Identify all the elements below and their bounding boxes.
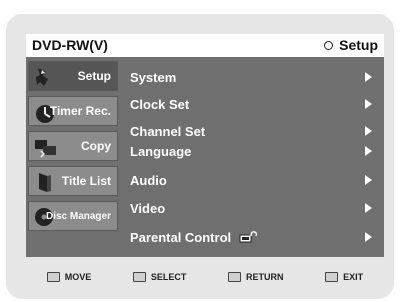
- title-bar: DVD-RW(V) Setup: [26, 34, 384, 57]
- hint-select-label: SELECT: [150, 272, 187, 282]
- hint-return-label: RETURN: [246, 272, 284, 282]
- menu-item-label: Parental Control: [130, 229, 232, 245]
- select-icon: [132, 272, 146, 282]
- arrow-right-icon: [365, 175, 372, 185]
- section-label: Setup: [339, 37, 378, 53]
- setup-icon: [36, 68, 48, 86]
- menu-item-label: System: [130, 69, 177, 85]
- sidebar-tab-disc-manager[interactable]: Disc Manager: [28, 201, 118, 231]
- menu-item-system[interactable]: System: [130, 67, 378, 87]
- hint-select: SELECT: [132, 272, 187, 282]
- hint-move: MOVE: [46, 272, 92, 282]
- sidebar-tab-setup[interactable]: Setup: [28, 61, 118, 91]
- section-indicator: Setup: [324, 37, 378, 53]
- circle-icon: [324, 40, 334, 50]
- title-list-icon: [39, 173, 51, 192]
- sidebar-tab-label: Copy: [81, 139, 111, 153]
- menu-item-audio[interactable]: Audio: [130, 170, 378, 190]
- arrow-right-icon: [365, 203, 372, 213]
- hint-exit-label: EXIT: [343, 272, 364, 282]
- sidebar-tab-timer-rec[interactable]: Timer Rec.: [28, 96, 118, 126]
- sidebar-tab-title-list[interactable]: Title List: [28, 166, 118, 196]
- exit-icon: [325, 272, 339, 282]
- return-icon: [228, 272, 242, 282]
- sidebar-tab-label: Setup: [77, 69, 111, 83]
- screen-title: DVD-RW(V): [32, 37, 108, 53]
- arrow-right-icon: [365, 146, 372, 156]
- sidebar-tab-copy[interactable]: Copy: [28, 131, 118, 161]
- menu-item-channel-set[interactable]: Channel Set: [130, 121, 378, 141]
- sidebar-tab-label: Disc Manager: [45, 210, 111, 222]
- arrow-right-icon: [365, 72, 372, 82]
- menu-item-parental-control[interactable]: Parental Control: [130, 227, 378, 247]
- copy-icon: [35, 140, 56, 158]
- footer-hints: MOVE SELECT RETURN EXIT: [26, 264, 384, 290]
- menu-item-label: Audio: [130, 172, 167, 188]
- menu-panel: Setup Timer Rec. Copy Title List Disc Ma…: [26, 57, 384, 257]
- menu-item-video[interactable]: Video: [130, 198, 378, 218]
- menu-item-label: Language: [130, 143, 192, 159]
- menu-item-language[interactable]: Language: [130, 141, 378, 161]
- arrow-right-icon: [365, 232, 372, 242]
- lock-icon: [239, 231, 258, 243]
- sidebar-tab-label: Timer Rec.: [49, 104, 111, 118]
- menu-item-label: Clock Set: [130, 96, 190, 112]
- sidebar: Setup Timer Rec. Copy Title List Disc Ma…: [26, 57, 120, 257]
- hint-move-label: MOVE: [64, 272, 92, 282]
- hint-return: RETURN: [228, 272, 284, 282]
- menu-item-label: Channel Set: [130, 123, 206, 139]
- sidebar-tab-label: Title List: [61, 174, 111, 188]
- hint-exit: EXIT: [325, 272, 363, 282]
- menu-item-clock-set[interactable]: Clock Set: [130, 94, 378, 114]
- menu-item-label: Video: [130, 200, 166, 216]
- move-icon: [46, 272, 60, 282]
- arrow-right-icon: [365, 126, 372, 136]
- arrow-right-icon: [365, 99, 372, 109]
